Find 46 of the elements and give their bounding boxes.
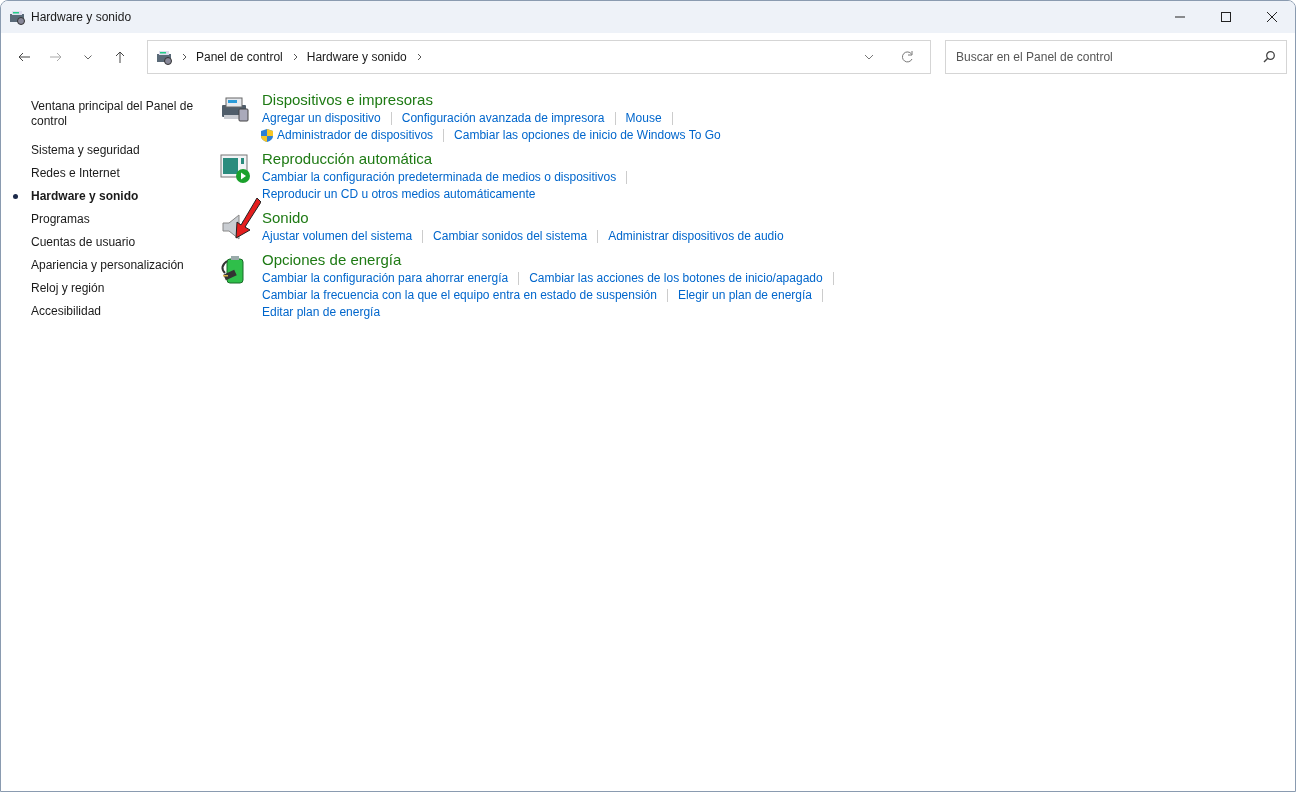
task-link[interactable]: Editar plan de energía [262,304,381,321]
task-link[interactable]: Agregar un dispositivo [262,110,381,127]
shield-icon [260,128,274,143]
task-link[interactable]: Cambiar la configuración para ahorrar energía [262,270,509,287]
chevron-down-icon [84,54,92,60]
search-icon [1262,50,1276,64]
minimize-icon [1175,16,1185,18]
sidebar-item[interactable]: Cuentas de usuario [31,235,206,250]
task-link[interactable]: Cambiar la configuración predeterminada de medios o dispositivos [262,169,617,186]
task-link[interactable]: Administrar dispositivos de audio [608,228,784,245]
task-link[interactable]: Ajustar volumen del sistema [262,228,413,245]
maximize-icon [1218,9,1234,25]
category-link[interactable]: Reproducción automática [262,150,433,168]
category-link[interactable]: Dispositivos e impresoras [262,91,433,109]
control-panel-icon [156,49,172,65]
pointer-arrow-icon [235,197,261,239]
refresh-icon [900,50,914,64]
task-link[interactable]: Mouse [625,110,662,127]
chevron-right-icon [180,52,188,62]
sidebar-item[interactable]: Reloj y región [31,281,206,296]
sidebar-item[interactable]: Accesibilidad [31,304,206,319]
sidebar-item[interactable]: Redes e Internet [31,166,206,181]
sidebar-item[interactable]: Apariencia y personalización [31,258,206,273]
breadcrumb[interactable]: Hardware y sonido [306,48,407,66]
breadcrumb[interactable]: Panel de control [196,48,283,66]
window-title: Hardware y sonido [31,9,132,26]
sidebar-item[interactable]: Programas [31,212,206,227]
task-link[interactable]: Configuración avanzada de impresora [401,110,605,127]
task-link[interactable]: Cambiar la frecuencia con la que el equipo entra en estado de suspensión [262,287,657,304]
task-link[interactable]: Cambiar las acciones de los botones de inicio/apagado [529,270,823,287]
control-panel-icon [9,9,25,25]
task-link[interactable]: Reproducir un CD u otros medios automáticamente [262,186,536,203]
sidebar-item[interactable]: Sistema y seguridad [31,143,206,158]
task-link[interactable]: Cambiar sonidos del sistema [433,228,588,245]
category-link[interactable]: Opciones de energía [262,251,402,269]
category-link[interactable]: Sonido [262,209,309,227]
selection-dot [13,194,18,199]
search-box[interactable]: Buscar en el Panel de control [945,40,1287,74]
task-link[interactable]: Cambiar las opciones de inicio de Windows To Go [454,127,721,144]
sidebar-link[interactable]: Ventana principal del Panel de control [31,99,201,129]
task-link[interactable]: Administrador de dispositivos [277,127,434,144]
close-icon [1264,9,1280,25]
media-window-icon [219,152,251,184]
sidebar-item[interactable]: Hardware y sonido [31,189,206,204]
address-bar[interactable]: Panel de control Hardware y sonido [147,40,931,74]
task-link[interactable]: Elegir un plan de energía [677,287,813,304]
